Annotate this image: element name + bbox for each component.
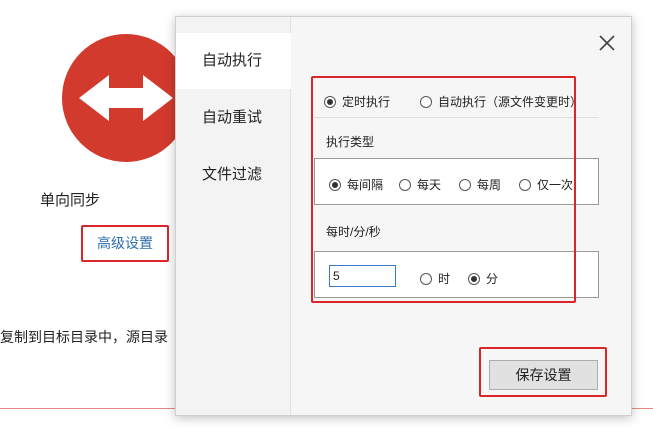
highlight-box [311, 76, 576, 303]
nav-item-file-filter[interactable]: 文件过滤 [176, 147, 291, 203]
settings-sidebar: 自动执行 自动重试 文件过滤 [176, 17, 291, 415]
nav-item-auto-run[interactable]: 自动执行 [176, 33, 291, 89]
sync-mode-label[interactable]: 单向同步 [38, 188, 178, 214]
bidirectional-arrow-icon [79, 75, 173, 121]
close-icon [599, 35, 615, 51]
save-settings-button[interactable]: 保存设置 [489, 360, 598, 390]
app-logo [62, 34, 190, 162]
sync-description: 复制到目标目录中，源目录 [0, 329, 168, 345]
advanced-settings-dialog: 自动执行 自动重试 文件过滤 定时执行 自动执行（源文件变更时） 执行类型 每间… [175, 16, 632, 416]
advanced-settings-link[interactable]: 高级设置 [81, 225, 169, 262]
close-button[interactable] [597, 33, 617, 53]
nav-item-auto-retry[interactable]: 自动重试 [176, 90, 291, 146]
